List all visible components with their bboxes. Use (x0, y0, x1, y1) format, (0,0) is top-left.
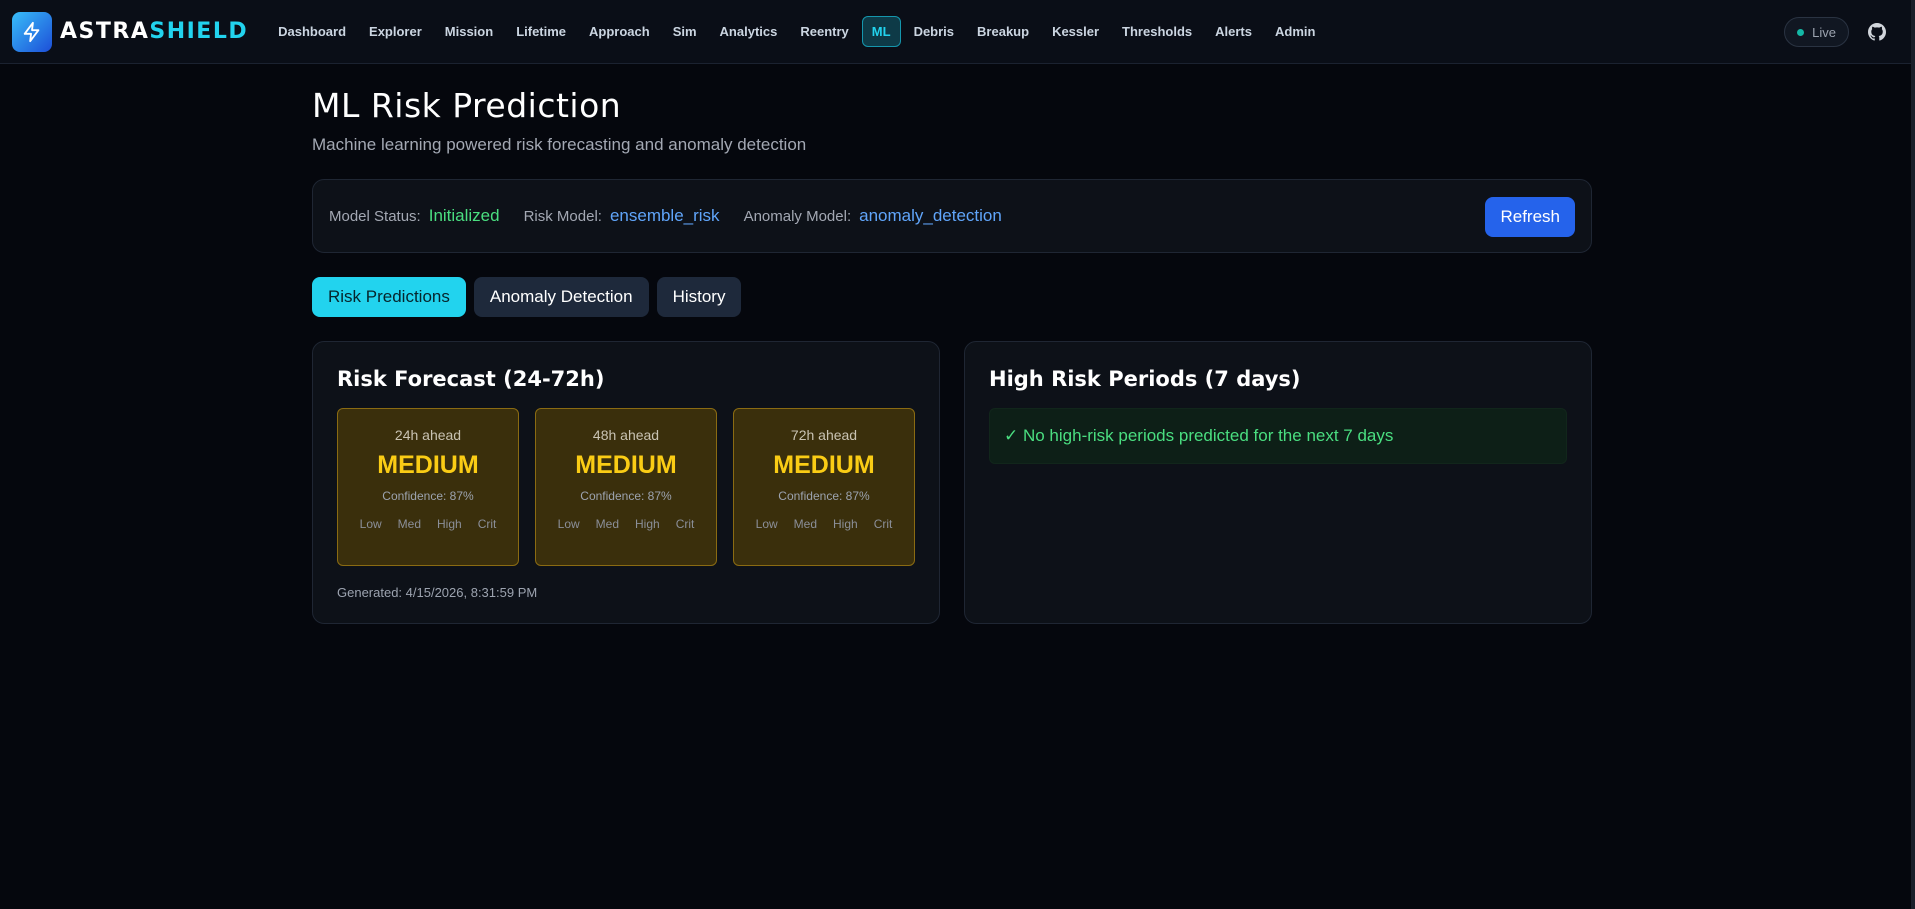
risk-scale: Low Med High Crit (536, 517, 716, 531)
main-nav: Dashboard Explorer Mission Lifetime Appr… (268, 16, 1328, 47)
nav-item-alerts[interactable]: Alerts (1205, 16, 1262, 47)
live-indicator-dot (1797, 28, 1805, 36)
anomaly-model-label: Anomaly Model: (743, 207, 852, 225)
brand-name: ASTRASHIELD (60, 19, 248, 44)
scale-low: Low (755, 517, 778, 531)
risk-model-label: Risk Model: (523, 207, 602, 225)
scale-med: Med (397, 517, 421, 531)
nav-item-dashboard[interactable]: Dashboard (268, 16, 356, 47)
scale-crit: Crit (873, 517, 893, 531)
confidence: Confidence: 87% (580, 489, 672, 503)
model-status-bar: Model Status: Initialized Risk Model: en… (312, 179, 1592, 253)
anomaly-model-value: anomaly_detection (859, 206, 1002, 225)
no-high-risk-message: ✓ No high-risk periods predicted for the… (989, 408, 1567, 464)
scale-med: Med (595, 517, 619, 531)
risk-model-value: ensemble_risk (609, 206, 720, 225)
tab-risk-predictions[interactable]: Risk Predictions (312, 277, 466, 317)
confidence: Confidence: 87% (382, 489, 474, 503)
tab-history[interactable]: History (656, 277, 742, 317)
scale-high: High (635, 517, 660, 531)
forecast-card-24h: 24h ahead MEDIUM Confidence: 87% Low Med… (337, 408, 519, 566)
risk-scale: Low Med High Crit (338, 517, 518, 531)
nav-item-reentry[interactable]: Reentry (790, 16, 858, 47)
page-title: ML Risk Prediction (312, 86, 622, 125)
nav-item-sim[interactable]: Sim (663, 16, 707, 47)
risk-forecast-title: Risk Forecast (24-72h) (337, 367, 605, 391)
confidence: Confidence: 87% (778, 489, 870, 503)
scale-med: Med (793, 517, 817, 531)
risk-level: MEDIUM (575, 451, 677, 479)
tab-anomaly-detection[interactable]: Anomaly Detection (473, 277, 649, 317)
scale-crit: Crit (675, 517, 695, 531)
scale-low: Low (557, 517, 580, 531)
live-status-badge: Live (1784, 17, 1849, 47)
refresh-button[interactable]: Refresh (1485, 197, 1575, 237)
live-label: Live (1812, 24, 1836, 40)
top-navigation-bar: ASTRASHIELD Dashboard Explorer Mission L… (0, 0, 1915, 64)
risk-forecast-panel: Risk Forecast (24-72h) 24h ahead MEDIUM … (312, 341, 940, 624)
nav-item-ml[interactable]: ML (861, 16, 901, 47)
panels: Risk Forecast (24-72h) 24h ahead MEDIUM … (312, 341, 1592, 624)
forecast-cards: 24h ahead MEDIUM Confidence: 87% Low Med… (337, 408, 915, 566)
forecast-card-72h: 72h ahead MEDIUM Confidence: 87% Low Med… (733, 408, 915, 566)
model-status-label: Model Status: (329, 207, 421, 225)
nav-item-explorer[interactable]: Explorer (359, 16, 432, 47)
brand-name-part2: SHIELD (149, 19, 249, 44)
scrollbar-track[interactable] (1911, 0, 1915, 909)
scale-crit: Crit (477, 517, 497, 531)
header-tools: Live (1784, 17, 1887, 47)
nav-item-kessler[interactable]: Kessler (1042, 16, 1109, 47)
model-status-value: Initialized (428, 206, 500, 225)
lightning-bolt-icon (12, 11, 52, 52)
forecast-horizon: 48h ahead (592, 427, 660, 443)
github-icon[interactable] (1867, 22, 1887, 42)
scale-high: High (833, 517, 858, 531)
scale-low: Low (359, 517, 382, 531)
forecast-horizon: 24h ahead (394, 427, 462, 443)
nav-item-mission[interactable]: Mission (435, 16, 503, 47)
page-subtitle: Machine learning powered risk forecastin… (312, 135, 807, 154)
nav-item-breakup[interactable]: Breakup (967, 16, 1039, 47)
high-risk-periods-panel: High Risk Periods (7 days) ✓ No high-ris… (964, 341, 1592, 624)
brand-name-part1: ASTRA (60, 19, 150, 44)
nav-item-approach[interactable]: Approach (579, 16, 660, 47)
risk-level: MEDIUM (377, 451, 479, 479)
risk-scale: Low Med High Crit (734, 517, 914, 531)
main-content: ML Risk Prediction Machine learning powe… (312, 64, 1592, 624)
nav-item-admin[interactable]: Admin (1265, 16, 1325, 47)
nav-item-lifetime[interactable]: Lifetime (506, 16, 576, 47)
forecast-card-48h: 48h ahead MEDIUM Confidence: 87% Low Med… (535, 408, 717, 566)
brand[interactable]: ASTRASHIELD (12, 11, 248, 52)
nav-item-analytics[interactable]: Analytics (710, 16, 788, 47)
scale-high: High (437, 517, 462, 531)
risk-level: MEDIUM (773, 451, 875, 479)
generated-timestamp: Generated: 4/15/2026, 8:31:59 PM (337, 585, 538, 600)
nav-item-thresholds[interactable]: Thresholds (1112, 16, 1202, 47)
nav-item-debris[interactable]: Debris (904, 16, 964, 47)
forecast-horizon: 72h ahead (790, 427, 858, 443)
high-risk-periods-title: High Risk Periods (7 days) (989, 367, 1301, 391)
tab-bar: Risk Predictions Anomaly Detection Histo… (312, 277, 1592, 317)
